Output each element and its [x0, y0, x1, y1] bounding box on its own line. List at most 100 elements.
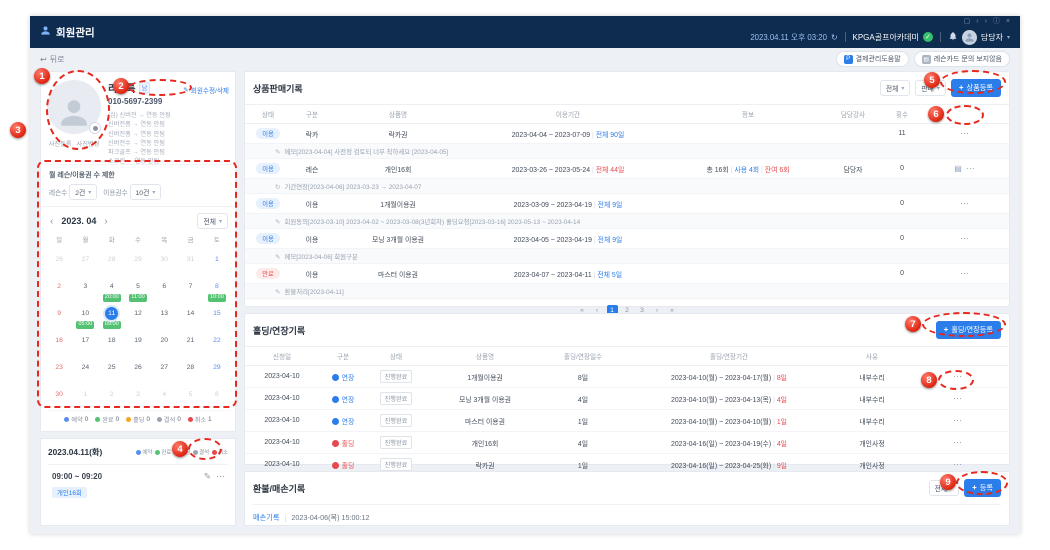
bell-icon[interactable] — [948, 28, 958, 46]
calendar-day[interactable]: 8 10:00 — [204, 273, 230, 302]
member-edit-button[interactable]: ✎ 회원수정/삭제 — [183, 85, 229, 95]
profile-photo[interactable] — [47, 80, 101, 134]
calendar-day[interactable]: 10 05:00 — [72, 300, 98, 329]
sales-memo-cell: ↻ 기간연장[2023-04-06] 2023-03-23 → 2023-04-0… — [245, 178, 1009, 194]
calendar-day[interactable]: 15 — [204, 300, 230, 327]
calendar-day[interactable]: 25 — [99, 354, 125, 381]
limit-select[interactable]: 2건 ▾ — [69, 184, 98, 200]
more-icon[interactable]: ⋯ — [216, 471, 226, 482]
photo-change-link[interactable]: 사진변경 — [77, 139, 100, 148]
more-button[interactable]: ⋯ — [960, 268, 970, 278]
more-button[interactable]: ⋯ — [960, 128, 970, 138]
edit-icon[interactable]: ✎ — [204, 471, 211, 482]
calendar-prev-button[interactable]: ‹ — [48, 216, 55, 227]
calendar-day[interactable]: 3 — [72, 273, 98, 300]
sales-period-cell: 2023-04-07 ~ 2023-04-11 | 전체 5일 — [463, 263, 673, 284]
more-button[interactable]: ⋯ — [966, 163, 976, 173]
calendar-day[interactable]: 23 — [46, 354, 72, 381]
info-icon[interactable]: ⓘ — [993, 18, 1000, 26]
sales-filter-all[interactable]: 전체 ▾ — [879, 80, 911, 96]
calendar-day[interactable]: 5 11:00 — [125, 273, 151, 302]
calendar-day[interactable]: 19 — [125, 327, 151, 354]
sales-info-cell — [673, 228, 823, 249]
payment-help-button[interactable]: P 결제관리도움말 — [835, 51, 909, 67]
column-header: 홀딩/연장기간 — [621, 346, 837, 366]
calendar-day[interactable]: 26 — [125, 354, 151, 381]
calendar-day[interactable]: 26 — [46, 246, 72, 273]
sales-count-cell: 0 — [883, 158, 921, 179]
calendar-day[interactable]: 1 — [204, 246, 230, 273]
legend-label: 결석 — [163, 417, 176, 424]
chevron-right-icon[interactable]: › — [985, 18, 987, 26]
calendar-day[interactable]: 31 — [177, 246, 203, 273]
sales-row: 이용 락카 락카권 2023-04-04 ~ 2023-07-09 | 전체 90일 1… — [245, 123, 1009, 144]
grid-icon[interactable]: ▢ — [964, 18, 971, 26]
document-icon[interactable]: ▤ — [954, 164, 962, 173]
holding-period-days: 4일 — [776, 440, 787, 448]
calendar-day[interactable]: 29 — [204, 354, 230, 381]
calendar-day[interactable]: 14 — [177, 300, 203, 327]
more-button[interactable]: ⋯ — [953, 393, 963, 403]
close-icon[interactable]: × — [1006, 18, 1010, 26]
holding-type: 홀딩 — [341, 440, 355, 448]
calendar-day[interactable]: 9 — [46, 300, 72, 327]
holding-register-button[interactable]: + 홀딩/연장등록 — [935, 321, 1001, 339]
calendar-day[interactable]: 7 — [177, 273, 203, 300]
calendar-day[interactable]: 21 — [177, 327, 203, 354]
more-button[interactable]: ⋯ — [960, 198, 970, 208]
sales-period-total: 전체 5일 — [597, 271, 623, 279]
lesson-card-notice-button[interactable]: ▤ 레슨카드 문의 보지않음 — [913, 51, 1010, 67]
calendar-day[interactable]: 17 — [72, 327, 98, 354]
holding-period-days: 1일 — [776, 418, 787, 426]
avatar[interactable] — [961, 29, 977, 45]
more-button[interactable]: ⋯ — [953, 437, 963, 447]
camera-icon[interactable] — [89, 122, 101, 134]
product-register-button[interactable]: + 상품등록 — [950, 79, 1001, 97]
calendar-next-button[interactable]: › — [102, 216, 109, 227]
calendar-day[interactable]: 2 — [46, 273, 72, 300]
calendar-day[interactable]: 27 — [72, 246, 98, 273]
calendar-day[interactable]: 11 09:00 — [99, 300, 125, 329]
limit-select[interactable]: 10건 ▾ — [129, 184, 162, 200]
calendar-day[interactable]: 6 — [151, 273, 177, 300]
day-number: 3 — [136, 391, 140, 398]
calendar-day[interactable]: 4 — [151, 381, 177, 408]
refund-filter-select[interactable]: 전체 ▾ — [928, 480, 960, 496]
calendar-day[interactable]: 3 — [125, 381, 151, 408]
refund-register-button[interactable]: + 등록 — [964, 479, 1001, 497]
calendar-day[interactable]: 30 — [151, 246, 177, 273]
sales-filter-type[interactable]: 판매 ▾ — [915, 80, 946, 96]
refresh-icon[interactable]: ↻ — [831, 33, 838, 42]
calendar-day[interactable]: 28 — [177, 354, 203, 381]
calendar-day[interactable]: 16 — [46, 327, 72, 354]
day-number: 25 — [107, 364, 116, 371]
more-button[interactable]: ⋯ — [960, 233, 970, 243]
calendar-day[interactable]: 12 — [125, 300, 151, 327]
calendar-day[interactable]: 1 — [72, 381, 98, 408]
more-button[interactable]: ⋯ — [953, 415, 963, 425]
calendar-filter-select[interactable]: 전체 ▾ — [197, 213, 228, 229]
calendar-day[interactable]: 13 — [151, 300, 177, 327]
more-button[interactable]: ⋯ — [953, 459, 963, 469]
schedule-entry[interactable]: 09:00 ~ 09:20 ✎ ⋯ 개인16회 — [48, 464, 228, 506]
chevron-left-icon[interactable]: ‹ — [976, 18, 978, 26]
photo-upload-link[interactable]: 사진등록 — [49, 139, 72, 148]
calendar-day[interactable]: 29 — [125, 246, 151, 273]
calendar-day[interactable]: 20 — [151, 327, 177, 354]
calendar-day[interactable]: 5 — [177, 381, 203, 408]
calendar-day[interactable]: 2 — [99, 381, 125, 408]
calendar-day[interactable]: 4 20:00 — [99, 273, 125, 302]
academy-name[interactable]: KPGA골프아카데미 — [853, 32, 919, 43]
refund-entry-link[interactable]: 매손기록 — [253, 513, 279, 523]
state-badge: 진행완료 — [379, 436, 413, 449]
calendar-day[interactable]: 22 — [204, 327, 230, 354]
back-button[interactable]: ↩ 뒤로 — [40, 54, 64, 65]
more-button[interactable]: ⋯ — [953, 371, 963, 381]
calendar-day[interactable]: 30 — [46, 381, 72, 408]
calendar-day[interactable]: 24 — [72, 354, 98, 381]
calendar-day[interactable]: 6 — [204, 381, 230, 408]
calendar-day[interactable]: 28 — [99, 246, 125, 273]
clock-icon: ↻ — [275, 183, 281, 191]
calendar-day[interactable]: 27 — [151, 354, 177, 381]
calendar-day[interactable]: 18 — [99, 327, 125, 354]
